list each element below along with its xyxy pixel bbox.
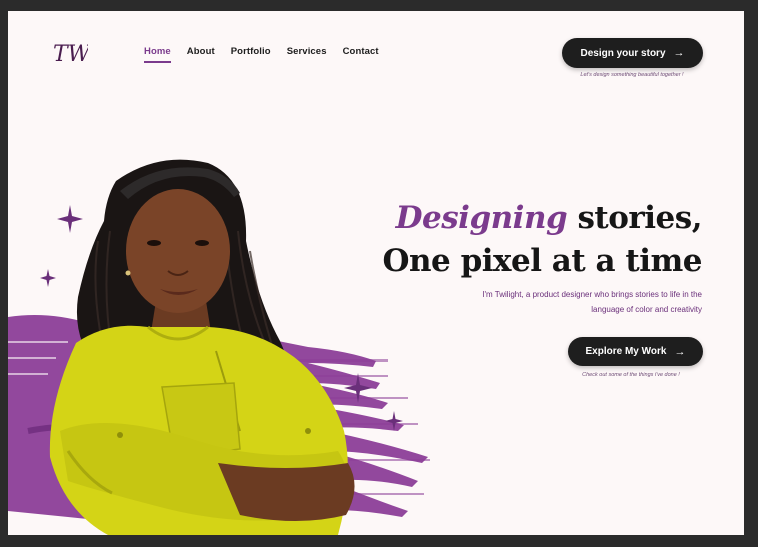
brand-logo[interactable]: TW <box>52 39 88 67</box>
nav-item-services[interactable]: Services <box>287 46 327 63</box>
nav-item-portfolio[interactable]: Portfolio <box>231 46 271 63</box>
design-caption: Let's design something beautiful togethe… <box>580 72 684 78</box>
nav-item-contact[interactable]: Contact <box>343 46 379 63</box>
design-your-story-label: Design your story <box>580 47 666 59</box>
hero-description: I'm Twilight, a product designer who bri… <box>402 287 702 317</box>
hero-title-rest: stories, <box>567 200 702 236</box>
hero-title-line2: One pixel at a time <box>382 243 703 279</box>
logo-text: TW <box>53 42 88 67</box>
hero-description-line2: language of color and creativity <box>591 305 702 314</box>
arrow-right-icon: → <box>674 345 686 358</box>
nav-item-about[interactable]: About <box>187 46 215 63</box>
main-nav: Home About Portfolio Services Contact <box>144 46 379 63</box>
design-your-story-button[interactable]: Design your story → <box>562 38 703 68</box>
hero-description-line1: I'm Twilight, a product designer who bri… <box>482 290 702 299</box>
explore-my-work-label: Explore My Work <box>585 346 667 357</box>
hero-title-accent: Designing <box>395 200 568 236</box>
arrow-right-icon: → <box>673 47 685 59</box>
hero-title: Designing stories, One pixel at a time <box>382 197 703 283</box>
nav-item-home[interactable]: Home <box>144 46 171 63</box>
landing-page: TW Home About Portfolio Services Contact… <box>8 11 744 535</box>
explore-caption: Check out some of the things i've done ! <box>582 372 680 378</box>
explore-my-work-button[interactable]: Explore My Work → <box>568 337 703 366</box>
